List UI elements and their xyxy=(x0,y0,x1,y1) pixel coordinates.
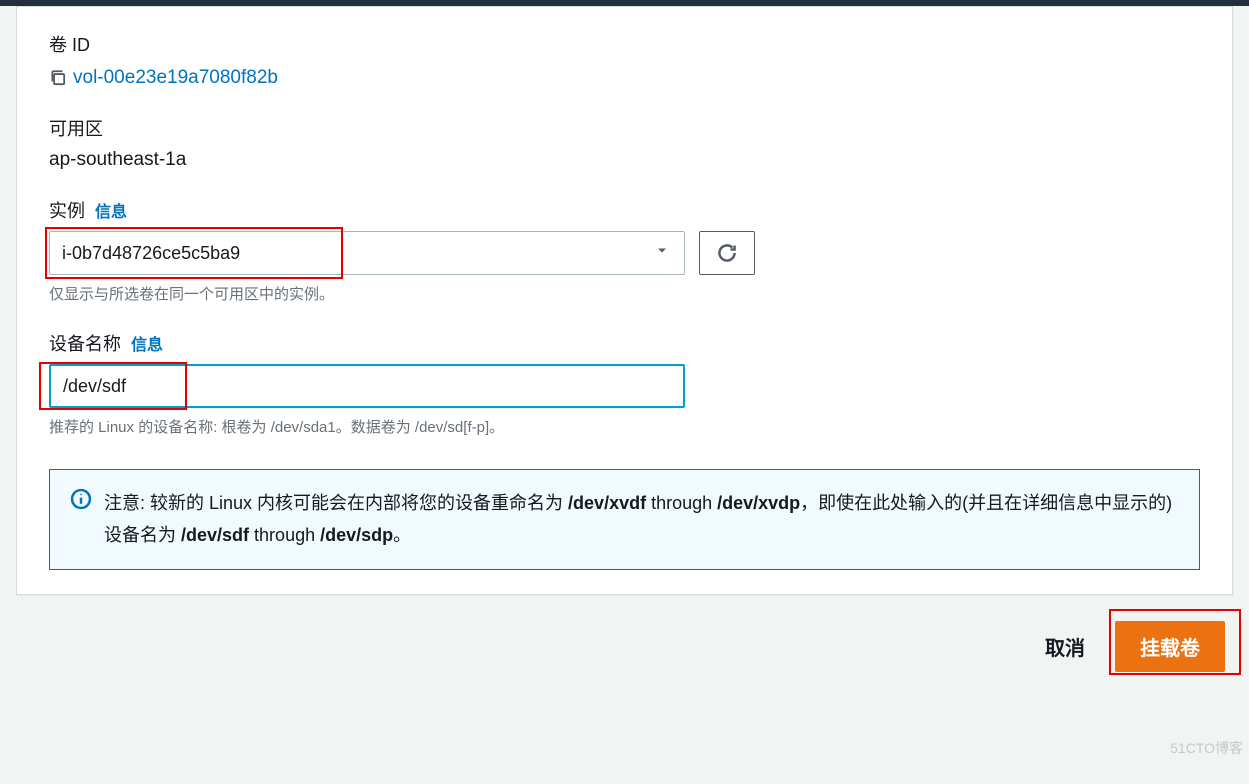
attach-volume-panel: 卷 ID vol-00e23e19a7080f82b 可用区 ap-southe… xyxy=(16,6,1233,595)
instance-info-link[interactable]: 信息 xyxy=(95,198,127,222)
attach-volume-button[interactable]: 挂载卷 xyxy=(1115,621,1225,672)
volume-id-row: vol-00e23e19a7080f82b xyxy=(49,67,1200,89)
info-alert: 注意: 较新的 Linux 内核可能会在内部将您的设备重命名为 /dev/xvd… xyxy=(49,469,1200,570)
device-helper-text: 推荐的 Linux 的设备名称: 根卷为 /dev/sda1。数据卷为 /dev… xyxy=(49,416,1200,437)
instance-select-value: i-0b7d48726ce5c5ba9 xyxy=(62,243,240,264)
availability-zone-field: 可用区 ap-southeast-1a xyxy=(49,115,1200,171)
device-info-link[interactable]: 信息 xyxy=(131,331,163,355)
info-alert-text: 注意: 较新的 Linux 内核可能会在内部将您的设备重命名为 /dev/xvd… xyxy=(104,488,1179,551)
refresh-button[interactable] xyxy=(699,231,755,275)
device-field: 设备名称 信息 推荐的 Linux 的设备名称: 根卷为 /dev/sda1。数… xyxy=(49,330,1200,437)
chevron-down-icon xyxy=(654,243,670,264)
footer-actions: 取消 挂载卷 xyxy=(0,611,1249,692)
copy-icon[interactable] xyxy=(49,69,67,87)
instance-helper-text: 仅显示与所选卷在同一个可用区中的实例。 xyxy=(49,283,1200,304)
volume-id-label: 卷 ID xyxy=(49,31,1200,57)
volume-id-field: 卷 ID vol-00e23e19a7080f82b xyxy=(49,31,1200,89)
instance-label: 实例 xyxy=(49,197,85,223)
availability-zone-label: 可用区 xyxy=(49,115,1200,141)
device-label: 设备名称 xyxy=(49,330,121,356)
volume-id-link[interactable]: vol-00e23e19a7080f82b xyxy=(73,67,278,89)
device-name-input[interactable] xyxy=(49,364,685,408)
watermark: 51CTO博客 xyxy=(1170,738,1243,758)
availability-zone-value: ap-southeast-1a xyxy=(49,149,1200,171)
instance-field: 实例 信息 i-0b7d48726ce5c5ba9 仅显示与所选卷在同 xyxy=(49,197,1200,304)
info-icon xyxy=(70,488,92,515)
instance-select[interactable]: i-0b7d48726ce5c5ba9 xyxy=(49,231,685,275)
cancel-button[interactable]: 取消 xyxy=(1035,624,1095,669)
